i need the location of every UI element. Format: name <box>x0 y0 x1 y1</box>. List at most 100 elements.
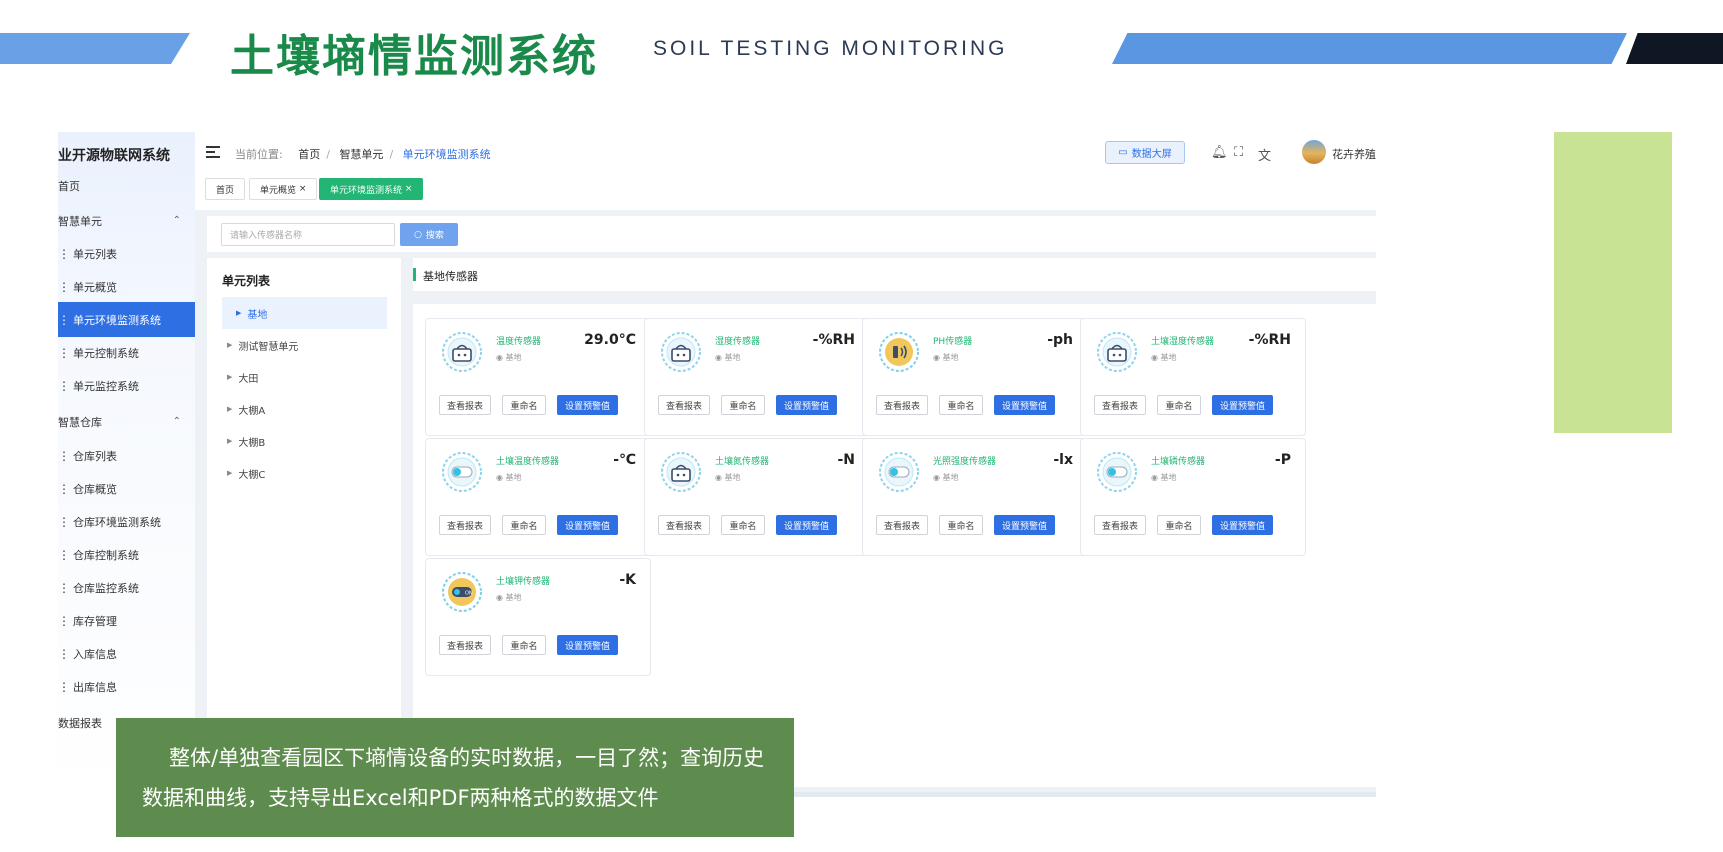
unit-tree-label: 大棚B <box>238 437 266 449</box>
unit-tree-item[interactable]: ▶ 大棚A <box>222 393 387 425</box>
sensor-value: -P <box>1274 452 1291 468</box>
view-report-button[interactable]: 查看报表 <box>439 635 491 655</box>
tab-label: 单元环境监测系统 <box>330 185 403 196</box>
sidebar-item[interactable]: ⋮ 仓库列表 <box>58 438 195 473</box>
sensor-location-label: 基地 <box>942 353 959 362</box>
header-band-left <box>0 33 190 64</box>
unit-tree-item[interactable]: ▶ 测试智慧单元 <box>222 329 387 361</box>
set-threshold-button[interactable]: 设置预警值 <box>776 395 837 415</box>
sidebar-item[interactable]: ⋮ 单元监控系统 <box>58 368 195 403</box>
sensor-search-input[interactable]: 请输入传感器名称 <box>221 223 395 246</box>
view-report-button[interactable]: 查看报表 <box>439 395 491 415</box>
sensor-name: PH传感器 <box>933 337 973 347</box>
set-threshold-button[interactable]: 设置预警值 <box>776 515 837 535</box>
view-report-button[interactable]: 查看报表 <box>439 515 491 535</box>
sensor-location-label: 基地 <box>505 593 522 602</box>
set-threshold-button[interactable]: 设置预警值 <box>994 395 1055 415</box>
unit-tree-item[interactable]: ▶ 基地 <box>222 297 387 329</box>
view-report-button[interactable]: 查看报表 <box>1094 395 1146 415</box>
search-button-label: 搜索 <box>425 231 444 241</box>
rename-button[interactable]: 重命名 <box>721 515 765 535</box>
sensor-card: 土壤湿度传感器 ◉ 基地 -%RH 查看报表 重命名 设置预警值 <box>1080 318 1306 436</box>
username[interactable]: 花卉养殖 <box>1332 146 1376 162</box>
sensor-card: 光照强度传感器 ◉ 基地 -lx 查看报表 重命名 设置预警值 <box>862 438 1088 556</box>
avatar[interactable] <box>1302 140 1326 164</box>
slide-title: 土壤墒情监测系统 <box>230 31 598 82</box>
drag-handle-icon: ⋮ <box>58 312 70 327</box>
rename-button[interactable]: 重命名 <box>1157 395 1201 415</box>
sidebar-item[interactable]: ⋮ 仓库监控系统 <box>58 570 195 605</box>
tab-unit-overview[interactable]: 单元概览 × <box>249 178 318 200</box>
sensor-name: 土壤钾传感器 <box>496 577 551 587</box>
rename-button[interactable]: 重命名 <box>721 395 765 415</box>
breadcrumb-item-home[interactable]: 首页 <box>298 148 320 161</box>
sidebar-item-label: 入库信息 <box>73 647 117 661</box>
unit-tree-item[interactable]: ▶ 大田 <box>222 361 387 393</box>
sidebar-item[interactable]: ⋮ 单元环境监测系统 <box>58 302 195 337</box>
unit-tree-label: 大棚A <box>238 405 266 417</box>
sidebar-item[interactable]: 智慧仓库 ⌃ <box>58 404 195 439</box>
sidebar-item-label: 智慧仓库 <box>58 415 102 429</box>
unit-list-title: 单元列表 <box>222 274 271 288</box>
view-report-button[interactable]: 查看报表 <box>658 395 710 415</box>
breadcrumb-item-unit[interactable]: 智慧单元 <box>339 148 383 161</box>
translate-icon[interactable]: 文 <box>1258 145 1271 164</box>
sensor-location-label: 基地 <box>1160 473 1177 482</box>
sensor-location: ◉ 基地 <box>496 352 522 363</box>
sidebar-item-label: 首页 <box>58 179 80 193</box>
set-threshold-button[interactable]: 设置预警值 <box>557 635 618 655</box>
router-icon <box>1095 330 1139 374</box>
sidebar-item[interactable]: ⋮ 库存管理 <box>58 603 195 638</box>
search-button[interactable]: ○ 搜索 <box>400 223 458 246</box>
unit-tree-item[interactable]: ▶ 大棚B <box>222 425 387 457</box>
rename-button[interactable]: 重命名 <box>502 635 546 655</box>
unit-tree-label: 大田 <box>238 373 259 385</box>
header-band-dark <box>1626 33 1723 64</box>
unit-tree-item[interactable]: ▶ 大棚C <box>222 457 387 489</box>
sensor-card: 温度传感器 ◉ 基地 29.0°C 查看报表 重命名 设置预警值 <box>425 318 651 436</box>
sidebar-item[interactable]: ⋮ 仓库环境监测系统 <box>58 504 195 539</box>
data-bigscreen-button[interactable]: ▭ 数据大屏 <box>1105 141 1185 164</box>
rename-button[interactable]: 重命名 <box>1157 515 1201 535</box>
sidebar-item[interactable]: 智慧单元 ⌃ <box>58 203 195 238</box>
close-icon[interactable]: × <box>405 184 413 194</box>
sidebar-item[interactable]: ⋮ 单元列表 <box>58 236 195 271</box>
close-icon[interactable]: × <box>299 184 307 194</box>
sidebar-item[interactable]: 首页 <box>58 168 195 203</box>
set-threshold-button[interactable]: 设置预警值 <box>994 515 1055 535</box>
sidebar-item[interactable]: ⋮ 仓库控制系统 <box>58 537 195 572</box>
sidebar-item-label: 单元控制系统 <box>73 346 139 360</box>
set-threshold-button[interactable]: 设置预警值 <box>1212 395 1273 415</box>
menu-fold-icon[interactable] <box>206 146 220 158</box>
view-report-button[interactable]: 查看报表 <box>876 515 928 535</box>
sidebar-item[interactable]: ⋮ 出库信息 <box>58 669 195 704</box>
unit-tree-label: 基地 <box>247 309 268 321</box>
view-report-button[interactable]: 查看报表 <box>1094 515 1146 535</box>
sidebar-item[interactable]: ⋮ 单元概览 <box>58 269 195 304</box>
sidebar-item-label: 仓库列表 <box>73 449 117 463</box>
set-threshold-button[interactable]: 设置预警值 <box>557 395 618 415</box>
rename-button[interactable]: 重命名 <box>939 395 983 415</box>
unit-tree-label: 测试智慧单元 <box>238 341 299 353</box>
view-report-button[interactable]: 查看报表 <box>876 395 928 415</box>
sensor-name: 土壤温度传感器 <box>496 457 560 467</box>
router-icon <box>659 450 703 494</box>
sensor-location-label: 基地 <box>942 473 959 482</box>
location-pin-icon: ◉ <box>715 353 725 362</box>
drag-handle-icon: ⋮ <box>58 514 70 529</box>
sidebar-item[interactable]: ⋮ 单元控制系统 <box>58 335 195 370</box>
sidebar-item[interactable]: ⋮ 入库信息 <box>58 636 195 671</box>
tab-unit-env-monitor[interactable]: 单元环境监测系统 × <box>319 178 424 200</box>
fullscreen-icon[interactable]: ⛶ <box>1234 145 1243 160</box>
view-report-button[interactable]: 查看报表 <box>658 515 710 535</box>
set-threshold-button[interactable]: 设置预警值 <box>557 515 618 535</box>
bell-icon[interactable]: 🔔︎ <box>1211 145 1228 160</box>
rename-button[interactable]: 重命名 <box>939 515 983 535</box>
sidebar-item[interactable]: ⋮ 仓库概览 <box>58 471 195 506</box>
tab-home[interactable]: 首页 <box>205 178 246 200</box>
rename-button[interactable]: 重命名 <box>502 515 546 535</box>
location-pin-icon: ◉ <box>496 593 506 602</box>
rename-button[interactable]: 重命名 <box>502 395 546 415</box>
drag-handle-icon: ⋮ <box>58 279 70 294</box>
set-threshold-button[interactable]: 设置预警值 <box>1212 515 1273 535</box>
